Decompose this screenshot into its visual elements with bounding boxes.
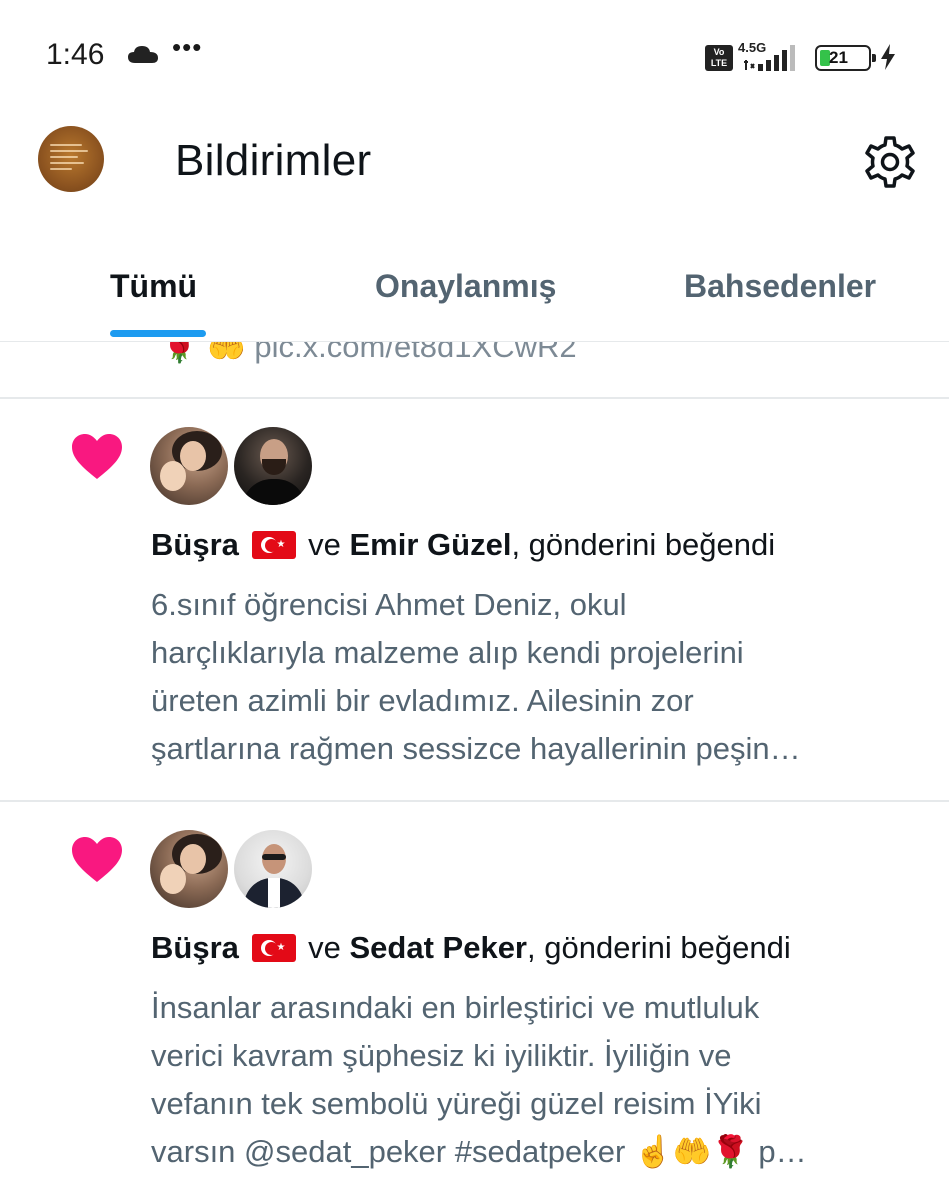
volte-bottom-label: LTE	[710, 58, 728, 68]
profile-avatar[interactable]	[38, 126, 104, 192]
action-text: , gönderini beğendi	[527, 930, 791, 965]
settings-gear-icon[interactable]	[860, 134, 920, 190]
user-name[interactable]: Büşra	[151, 527, 239, 562]
status-bar: 1:46 ••• Vo LTE 4.5G 21	[0, 0, 949, 110]
volte-top-label: Vo	[713, 47, 725, 57]
avatar-busra[interactable]	[150, 427, 228, 505]
tweet-snippet: 6.sınıf öğrencisi Ahmet Deniz, okul harç…	[151, 581, 921, 773]
conjunction: ve	[308, 527, 341, 562]
tab-mentions[interactable]: Bahsedenler	[684, 268, 876, 305]
status-time: 1:46	[46, 38, 105, 71]
snippet-line: üreten azimli bir evladımız. Ailesinin z…	[151, 683, 694, 718]
heart-icon	[72, 434, 122, 479]
notification-like-row[interactable]: Büşra ★ ve Sedat Peker, gönderini beğend…	[0, 802, 949, 1200]
snippet-line: İnsanlar arasındaki en birleştirici ve m…	[151, 990, 760, 1025]
page-title: Bildirimler	[175, 136, 372, 185]
turkish-flag-emoji: ★	[251, 531, 296, 559]
user-name[interactable]: Emir Güzel	[350, 527, 512, 562]
tab-verified[interactable]: Onaylanmış	[375, 268, 556, 305]
avatar-busra[interactable]	[150, 830, 228, 908]
notification-like-row[interactable]: Büşra ★ ve Emir Güzel, gönderini beğendi…	[0, 399, 949, 799]
user-name[interactable]: Sedat Peker	[350, 930, 528, 965]
volte-icon: Vo LTE	[705, 45, 733, 71]
turkish-flag-emoji: ★	[251, 934, 296, 962]
heart-icon	[72, 837, 122, 882]
notification-title: Büşra ★ ve Emir Güzel, gönderini beğendi	[151, 527, 775, 563]
snippet-line: şartlarına rağmen sessizce hayallerinin …	[151, 731, 801, 766]
active-tab-indicator	[110, 330, 206, 337]
snippet-line: verici kavram şüphesiz ki iyiliktir. İyi…	[151, 1038, 732, 1073]
cloud-icon	[128, 46, 158, 63]
snippet-line: varsın @sedat_peker #sedatpeker ☝️🤲🌹 p…	[151, 1134, 807, 1169]
charging-icon	[881, 44, 895, 70]
user-name[interactable]: Büşra	[151, 930, 239, 965]
avatar-sedat-peker[interactable]	[234, 830, 312, 908]
tab-all[interactable]: Tümü	[110, 268, 197, 305]
notification-partial-row[interactable]: 🌹 🤲 pic.x.com/et8d1XCwR2	[0, 342, 949, 398]
battery-level: 21	[829, 48, 848, 67]
snippet-line: 6.sınıf öğrencisi Ahmet Deniz, okul	[151, 587, 627, 622]
battery-icon: 21	[815, 45, 876, 71]
notification-tabs: Tümü Onaylanmış Bahsedenler	[0, 250, 949, 342]
tweet-snippet: İnsanlar arasındaki en birleştirici ve m…	[151, 984, 921, 1176]
status-more-indicator: •••	[172, 32, 203, 62]
conjunction: ve	[308, 930, 341, 965]
snippet-line: harçlıklarıyla malzeme alıp kendi projel…	[151, 635, 744, 670]
snippet-line: vefanın tek sembolü yüreği güzel reisim …	[151, 1086, 762, 1121]
partial-snippet: 🌹 🤲 pic.x.com/et8d1XCwR2	[160, 342, 577, 364]
notifications-screen: 1:46 ••• Vo LTE 4.5G 21 Bildirimler Tümü…	[0, 0, 949, 1200]
action-text: , gönderini beğendi	[511, 527, 776, 562]
signal-icon	[744, 45, 795, 71]
avatar-emir-guzel[interactable]	[234, 427, 312, 505]
notification-title: Büşra ★ ve Sedat Peker, gönderini beğend…	[151, 930, 791, 966]
